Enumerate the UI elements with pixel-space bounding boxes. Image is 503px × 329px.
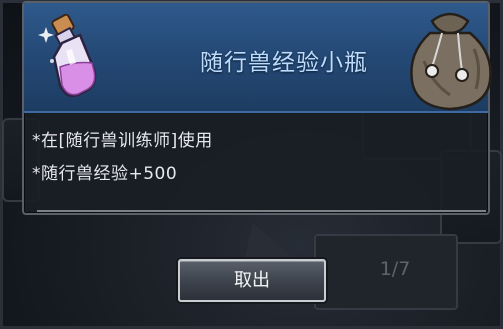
item-name: 随行兽经验小瓶: [200, 50, 368, 76]
potion-bottle-icon: [38, 13, 97, 98]
item-tooltip: 随行兽经验小瓶 *在[随行兽训练师]使用 *随行兽经验+500: [22, 1, 492, 215]
pouch-icon: [410, 12, 492, 111]
divider: [37, 210, 486, 212]
game-screen: 1/7 随行兽经验小瓶 *在[随行兽训练师]使用 *随行兽经验+500 取出: [0, 0, 503, 329]
item-description-line: *随行兽经验+500: [32, 164, 178, 184]
item-description-line: *在[随行兽训练师]使用: [32, 131, 213, 151]
page-indicator: 1/7: [379, 258, 411, 280]
tooltip-header: 随行兽经验小瓶: [24, 3, 492, 113]
take-out-button[interactable]: 取出: [178, 259, 326, 302]
